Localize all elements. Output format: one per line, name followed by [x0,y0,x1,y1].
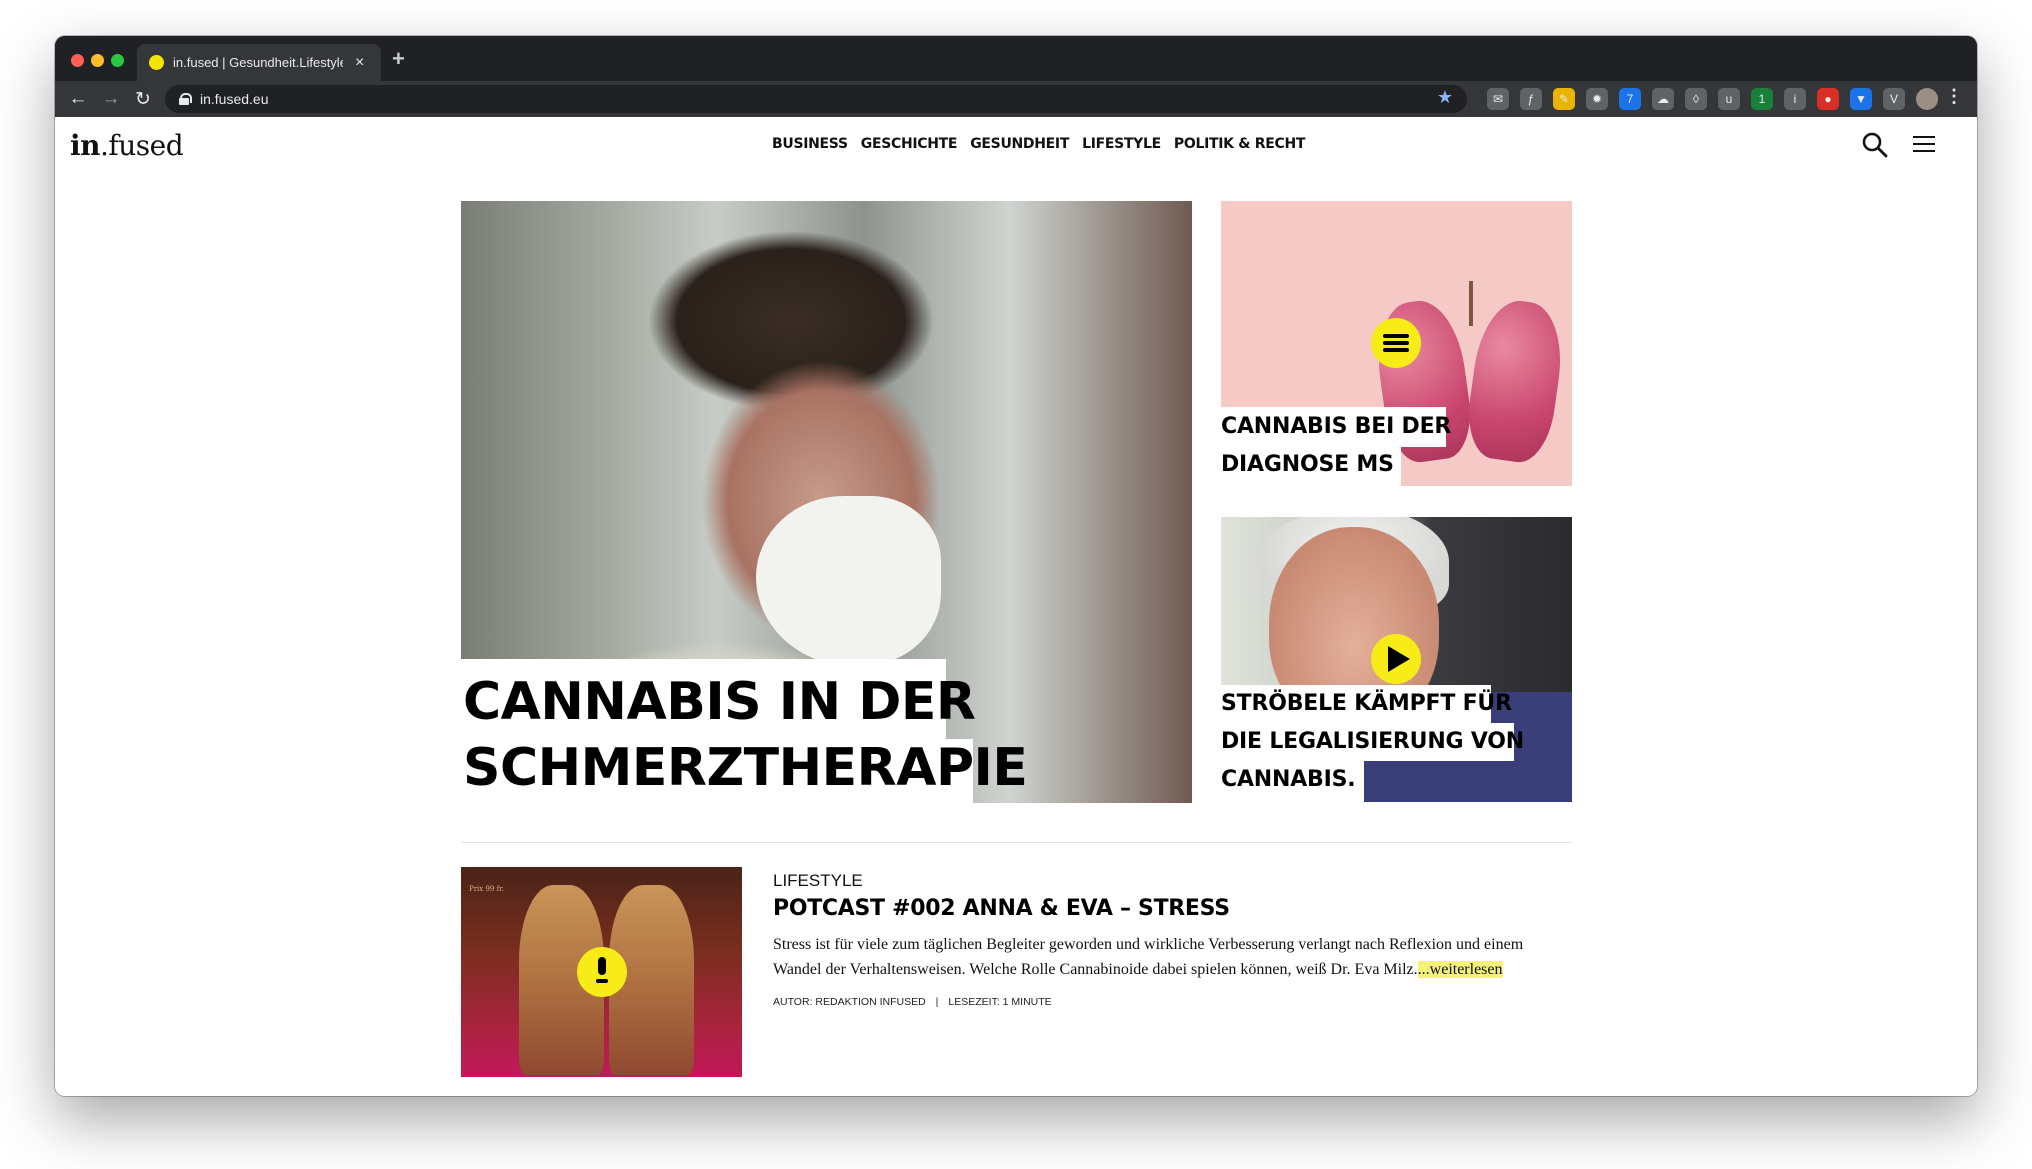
mail-extension-icon[interactable]: ✉ [1487,88,1509,110]
card-title-stroebele-line-3: CANNABIS. [1221,767,1356,792]
sync-extension-icon[interactable]: 7 [1619,88,1641,110]
cloud-extension-icon[interactable]: ☁ [1652,88,1674,110]
counter-extension-icon[interactable]: 1 [1751,88,1773,110]
article-author: AUTOR: REDAKTION INFUSED [773,996,926,1008]
nav-geschichte[interactable]: GESCHICHTE [861,136,958,152]
new-tab-button[interactable]: + [392,46,405,72]
extensions-bar: ✉ ƒ ✎ ✹ 7 ☁ ◊ u 1 i ● ▼ V [1487,88,1938,110]
meta-separator: | [935,996,939,1008]
card-title-ms-line-1: CANNABIS BEI DER [1221,414,1452,439]
favicon-icon [149,55,164,70]
main-navigation: BUSINESS GESCHICHTE GESUNDHEIT LIFESTYLE… [772,136,1305,152]
browser-tab-active[interactable]: in.fused | Gesundheit.Lifestyle × [137,44,381,81]
logo-bold-part: in [70,129,101,162]
thumbnail-caption: Prix 99 fr. [469,885,504,893]
browser-toolbar: ← → ↻ in.fused.eu ★ ✉ ƒ ✎ ✹ 7 ☁ ◊ u 1 i … [55,81,1977,117]
back-button[interactable]: ← [67,88,89,110]
section-divider [461,842,1572,843]
logo-rest-part: .fused [100,129,184,162]
minimize-window-button[interactable] [91,54,104,67]
red-extension-icon[interactable]: ● [1817,88,1839,110]
card-title-ms-line-2: DIAGNOSE MS [1221,452,1394,477]
tab-close-icon[interactable]: × [355,54,364,72]
article-excerpt: Stress ist für viele zum täglichen Begle… [773,933,1563,982]
address-bar[interactable]: in.fused.eu ★ [165,85,1467,113]
nav-gesundheit[interactable]: GESUNDHEIT [970,136,1069,152]
card-title-stroebele[interactable]: STRÖBELE KÄMPFT FÜR DIE LEGALISIERUNG VO… [1221,685,1524,799]
hero-title[interactable]: CANNABIS IN DER SCHMERZTHERAPIE [463,669,1028,801]
url-text[interactable]: in.fused.eu [200,91,269,107]
maximize-window-button[interactable] [111,54,124,67]
profile-avatar-icon[interactable] [1916,88,1938,110]
blue-extension-icon[interactable]: ▼ [1850,88,1872,110]
formula-extension-icon[interactable]: ƒ [1520,88,1542,110]
ublock-extension-icon[interactable]: u [1718,88,1740,110]
close-window-button[interactable] [71,54,84,67]
article-card-stroebele[interactable]: STRÖBELE KÄMPFT FÜR DIE LEGALISIERUNG VO… [1221,517,1572,802]
reload-button[interactable]: ↻ [132,88,154,111]
tab-strip: in.fused | Gesundheit.Lifestyle × + [55,36,1977,81]
article-thumbnail[interactable]: Prix 99 fr. [461,867,742,1077]
search-icon[interactable] [1861,131,1889,159]
hero-title-line-2: SCHMERZTHERAPIE [463,738,1028,798]
hero-title-line-1: CANNABIS IN DER [463,672,976,732]
play-icon[interactable] [1371,634,1421,684]
nav-business[interactable]: BUSINESS [772,136,848,152]
lock-icon[interactable] [179,93,192,105]
browser-window: in.fused | Gesundheit.Lifestyle × + ← → … [55,36,1977,1096]
browser-menu-icon[interactable]: ⋮ [1945,86,1963,107]
article-icon [1371,318,1421,368]
read-more-link[interactable]: ...weiterlesen [1417,960,1503,978]
menu-hamburger-icon[interactable] [1913,136,1935,153]
article-excerpt-text: Stress ist für viele zum täglichen Begle… [773,936,1524,978]
tab-title: in.fused | Gesundheit.Lifestyle [173,55,343,70]
info-extension-icon[interactable]: i [1784,88,1806,110]
article-title[interactable]: POTCAST #002 ANNA & EVA – STRESS [773,896,1230,921]
article-card-ms[interactable]: CANNABIS BEI DER DIAGNOSE MS [1221,201,1572,486]
hero-article[interactable]: CANNABIS IN DER SCHMERZTHERAPIE [461,201,1192,803]
article-meta: AUTOR: REDAKTION INFUSED | LESEZEIT: 1 M… [773,996,1052,1008]
card-title-ms[interactable]: CANNABIS BEI DER DIAGNOSE MS [1221,408,1451,484]
bookmark-star-icon[interactable]: ★ [1437,87,1453,108]
browser-chrome: in.fused | Gesundheit.Lifestyle × + ← → … [55,36,1977,117]
web-page: in.fused BUSINESS GESCHICHTE GESUNDHEIT … [55,117,1977,1096]
card-title-stroebele-line-1: STRÖBELE KÄMPFT FÜR [1221,691,1512,716]
pencil-extension-icon[interactable]: ✎ [1553,88,1575,110]
article-reading-time: LESEZEIT: 1 MINUTE [948,996,1052,1008]
shield-extension-icon[interactable]: ◊ [1685,88,1707,110]
v-extension-icon[interactable]: V [1883,88,1905,110]
article-category[interactable]: LIFESTYLE [773,871,863,891]
site-logo[interactable]: in.fused [70,129,184,162]
microphone-icon [577,947,627,997]
card-title-stroebele-line-2: DIE LEGALISIERUNG VON [1221,729,1525,754]
gear-extension-icon[interactable]: ✹ [1586,88,1608,110]
nav-politik-recht[interactable]: POLITIK & RECHT [1174,136,1306,152]
nav-lifestyle[interactable]: LIFESTYLE [1082,136,1161,152]
forward-button[interactable]: → [100,88,122,110]
